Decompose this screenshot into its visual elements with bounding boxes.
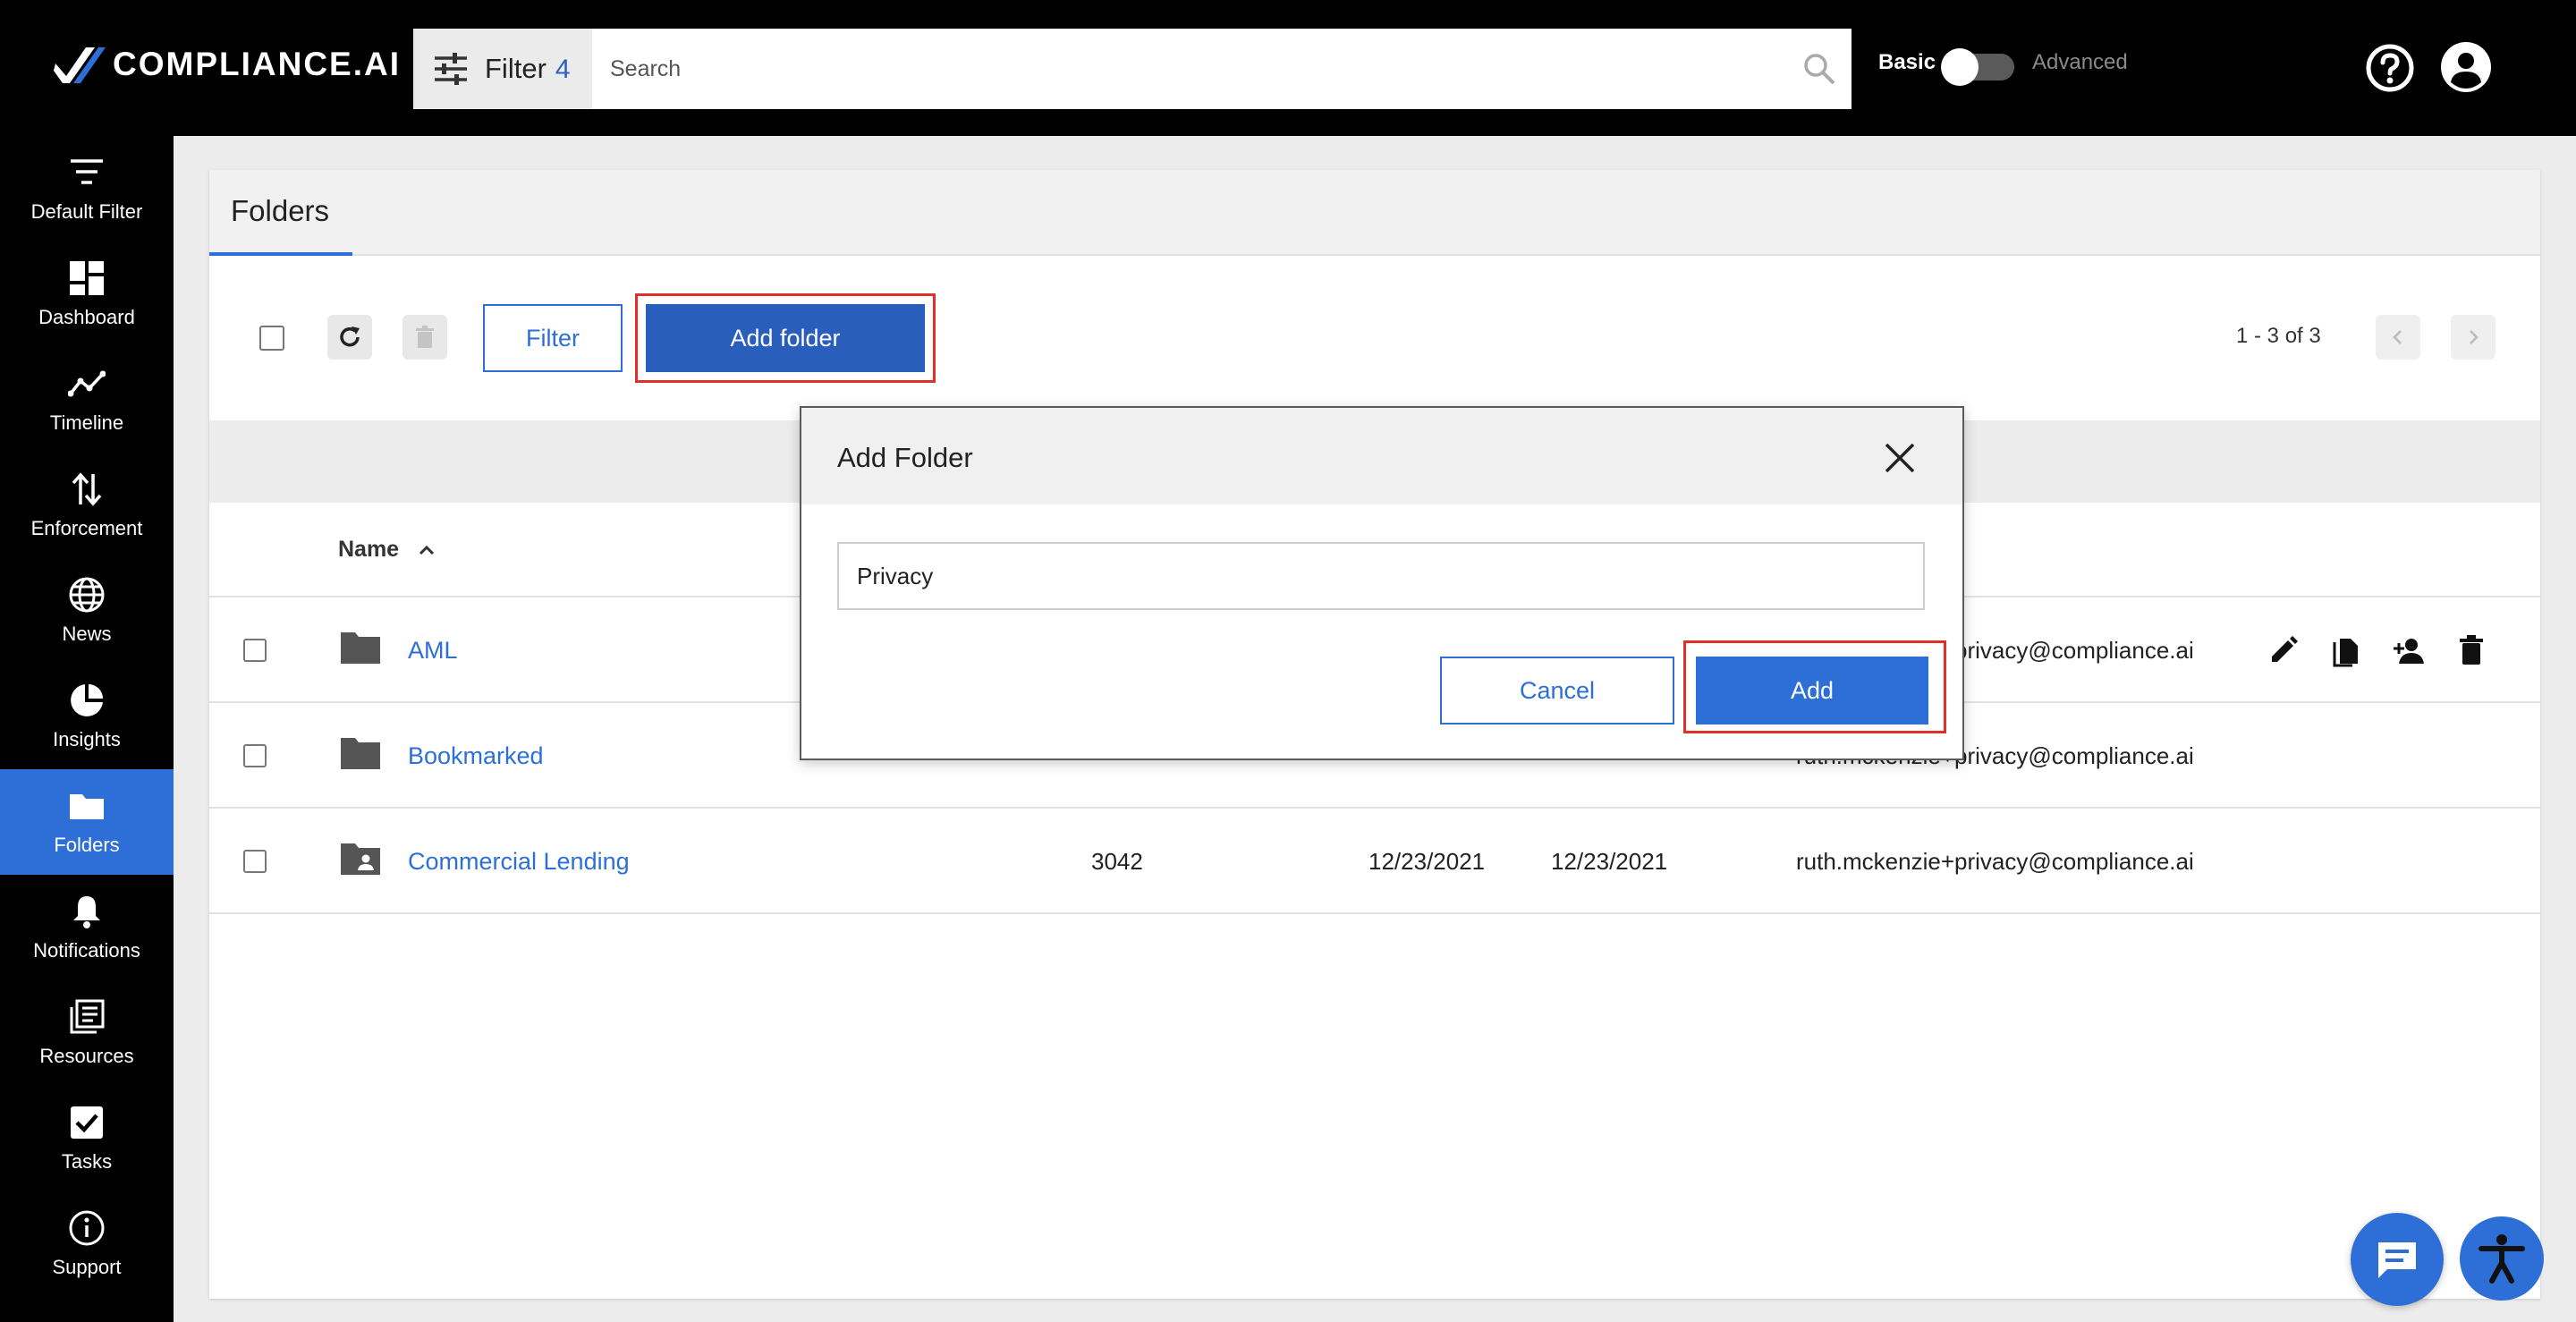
checkbox-icon	[71, 1106, 103, 1139]
chat-button[interactable]	[2351, 1213, 2444, 1306]
filter-label: Filter	[485, 53, 547, 84]
refresh-button[interactable]	[327, 315, 372, 360]
sidebar: Default Filter Dashboard Timeline Enforc…	[0, 136, 174, 1322]
sidebar-item-label: Support	[52, 1256, 122, 1278]
name-column-header[interactable]: Name	[338, 537, 438, 563]
accessibility-button[interactable]	[2460, 1216, 2544, 1301]
folder-icon	[341, 738, 380, 769]
sidebar-item-folders[interactable]: Folders	[0, 769, 174, 875]
folder-icon	[70, 794, 104, 819]
dialog-title: Add Folder	[837, 442, 973, 473]
sidebar-item-label: Dashboard	[38, 306, 135, 328]
accessibility-icon	[2479, 1234, 2525, 1284]
refresh-icon	[340, 326, 360, 347]
sidebar-item-resources[interactable]: Resources	[0, 980, 174, 1086]
filter-button[interactable]: Filter	[483, 304, 623, 372]
next-page-button[interactable]	[2451, 315, 2496, 360]
folder-name-link[interactable]: AML	[408, 637, 458, 665]
trash-icon[interactable]	[2454, 633, 2488, 667]
sidebar-item-default-filter[interactable]: Default Filter	[0, 136, 174, 242]
sidebar-item-label: Timeline	[49, 411, 124, 434]
mode-advanced-label: Advanced	[2032, 50, 2128, 74]
brand-logo[interactable]: COMPLIANCE.AI	[54, 41, 401, 88]
add-button[interactable]: Add	[1696, 657, 1928, 725]
created-date-cell: 12/23/2021	[1368, 848, 1486, 875]
table-row[interactable]: Commercial Lending 3042 12/23/2021 12/23…	[209, 809, 2540, 914]
sidebar-item-label: Default Filter	[30, 200, 143, 223]
filter-lines-icon	[71, 159, 103, 184]
sidebar-item-label: Resources	[39, 1045, 134, 1067]
sidebar-item-label: Tasks	[61, 1150, 113, 1173]
row-checkbox[interactable]	[243, 850, 267, 873]
toggle-knob	[1941, 48, 1979, 86]
close-icon[interactable]	[1882, 440, 1918, 476]
sidebar-item-tasks[interactable]: Tasks	[0, 1086, 174, 1191]
shared-folder-icon	[341, 843, 380, 875]
dialog-header: Add Folder	[801, 408, 1962, 504]
sidebar-item-label: News	[62, 623, 112, 645]
sidebar-item-label: Notifications	[33, 939, 140, 962]
sidebar-item-insights[interactable]: Insights	[0, 664, 174, 769]
panel-header: Folders	[209, 170, 2540, 256]
chat-icon	[2378, 1242, 2416, 1278]
enforcement-icon	[72, 472, 102, 506]
sidebar-item-support[interactable]: Support	[0, 1191, 174, 1297]
row-checkbox[interactable]	[243, 639, 267, 662]
sidebar-item-label: Folders	[54, 834, 120, 856]
share-user-icon[interactable]	[2392, 633, 2426, 667]
cancel-button[interactable]: Cancel	[1440, 657, 1674, 725]
sidebar-item-timeline[interactable]: Timeline	[0, 347, 174, 453]
bell-icon	[73, 896, 100, 928]
library-icon	[70, 999, 105, 1034]
sidebar-item-label: Enforcement	[30, 517, 143, 539]
edit-icon[interactable]	[2267, 633, 2301, 667]
search-icon[interactable]	[1801, 51, 1837, 87]
pagination-text: 1 - 3 of 3	[2236, 324, 2321, 348]
help-icon[interactable]	[2365, 43, 2415, 93]
search-input[interactable]	[592, 29, 1801, 109]
row-checkbox[interactable]	[243, 744, 267, 767]
timeline-icon	[68, 370, 106, 397]
chevron-right-icon	[2470, 330, 2479, 344]
add-folder-dialog: Add Folder Cancel Add	[800, 406, 1964, 760]
top-bar: COMPLIANCE.AI Filter 4 Basic Advanced	[0, 0, 2576, 136]
filter-count-badge: 4	[555, 55, 571, 84]
brand-name: COMPLIANCE.AI	[113, 46, 402, 82]
dashboard-icon	[70, 261, 104, 295]
sidebar-item-news[interactable]: News	[0, 558, 174, 664]
sidebar-item-enforcement[interactable]: Enforcement	[0, 453, 174, 558]
sidebar-item-dashboard[interactable]: Dashboard	[0, 242, 174, 347]
delete-selected-button[interactable]	[402, 315, 447, 360]
sidebar-item-label: Insights	[53, 728, 121, 750]
add-folder-button[interactable]: Add folder	[646, 304, 925, 372]
info-icon	[69, 1210, 105, 1246]
pie-chart-icon	[71, 684, 103, 716]
logo-mark-icon	[54, 47, 106, 83]
folder-name-link[interactable]: Bookmarked	[408, 742, 544, 770]
trash-icon	[416, 326, 434, 348]
filter-toggle-button[interactable]: Filter 4	[413, 29, 592, 109]
folder-name-link[interactable]: Commercial Lending	[408, 848, 630, 876]
account-icon[interactable]	[2440, 41, 2492, 93]
globe-icon	[69, 577, 105, 613]
select-all-checkbox[interactable]	[259, 326, 284, 351]
owner-cell: ruth.mckenzie+privacy@compliance.ai	[1796, 848, 2194, 875]
document-count-cell: 3042	[1091, 848, 1143, 875]
chevron-left-icon	[2393, 330, 2402, 344]
tab-folders[interactable]: Folders	[209, 170, 352, 256]
mode-basic-label: Basic	[1878, 50, 1936, 74]
updated-date-cell: 12/23/2021	[1551, 848, 1668, 875]
prev-page-button[interactable]	[2376, 315, 2420, 360]
sort-asc-icon	[419, 545, 435, 555]
search-bar: Filter 4	[413, 29, 1852, 109]
folder-icon	[341, 632, 380, 664]
search-mode-toggle[interactable]	[1941, 48, 2014, 86]
sliders-icon	[435, 53, 467, 85]
folder-name-input[interactable]	[837, 542, 1925, 610]
copy-icon[interactable]	[2329, 633, 2363, 667]
row-actions	[2267, 633, 2488, 667]
sidebar-item-notifications[interactable]: Notifications	[0, 875, 174, 980]
